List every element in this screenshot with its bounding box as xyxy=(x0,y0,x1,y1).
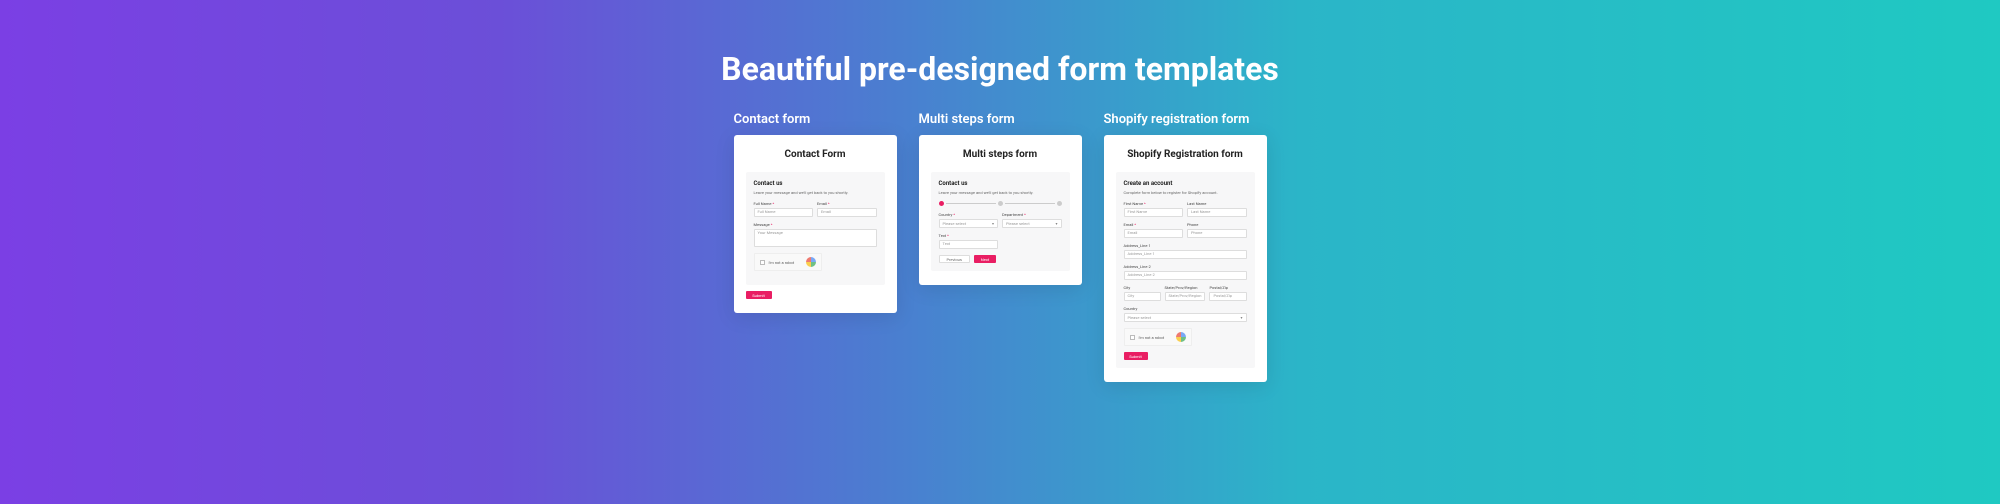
phone-label: Phone xyxy=(1187,222,1247,227)
shopify-form-panel: Create an account Complete form below to… xyxy=(1116,172,1255,368)
message-input[interactable]: Your Message xyxy=(754,229,877,247)
contact-form-head: Contact us xyxy=(754,180,877,187)
step-line-1 xyxy=(946,203,996,204)
state-label: State/Prov/Region xyxy=(1165,285,1206,290)
contact-form-sub: Leave your message and we'll get back to… xyxy=(754,190,877,195)
dept-select[interactable]: Please select▾ xyxy=(1002,219,1062,228)
shopify-card[interactable]: Shopify Registration form Create an acco… xyxy=(1104,135,1267,382)
multi-card-title: Multi steps form xyxy=(931,149,1070,160)
message-label: Message xyxy=(754,222,877,227)
multi-card-label: Multi steps form xyxy=(919,112,1082,127)
step-dot-2 xyxy=(998,201,1003,206)
country2-select[interactable]: Please select▾ xyxy=(1124,313,1247,322)
email2-input[interactable]: Email xyxy=(1124,229,1184,238)
shopify-card-title: Shopify Registration form xyxy=(1116,149,1255,160)
email-label: Email xyxy=(817,201,877,206)
captcha-checkbox-icon[interactable] xyxy=(760,260,765,265)
contact-submit-button[interactable]: Submit xyxy=(746,291,772,299)
addr1-input[interactable]: Address_Line 1 xyxy=(1124,250,1247,259)
text-input[interactable]: Text xyxy=(939,240,998,249)
city-label: City xyxy=(1124,285,1161,290)
shopify-captcha[interactable]: I'm not a robot xyxy=(1124,328,1192,346)
shopify-form-sub: Complete form below to register for Shop… xyxy=(1124,190,1247,195)
text-label: Text xyxy=(939,233,998,238)
fullname-input[interactable]: Full Name xyxy=(754,208,814,217)
email2-label: Email xyxy=(1124,222,1184,227)
step-indicator xyxy=(939,201,1062,206)
postal-input[interactable]: Postal/Zip xyxy=(1209,292,1246,301)
contact-column: Contact form Contact Form Contact us Lea… xyxy=(734,112,897,382)
shopify-submit-button[interactable]: Submit xyxy=(1124,352,1148,360)
first-label: First Name xyxy=(1124,201,1184,206)
cards-row: Contact form Contact Form Contact us Lea… xyxy=(734,112,1267,382)
shopify-form-head: Create an account xyxy=(1124,180,1247,187)
phone-input[interactable]: Phone xyxy=(1187,229,1247,238)
multi-form-panel: Contact us Leave your message and we'll … xyxy=(931,172,1070,271)
contact-form-panel: Contact us Leave your message and we'll … xyxy=(746,172,885,285)
shopify-column: Shopify registration form Shopify Regist… xyxy=(1104,112,1267,382)
step-dot-1 xyxy=(939,201,944,206)
captcha-text: I'm not a robot xyxy=(769,260,802,265)
fullname-label: Full Name xyxy=(754,201,814,206)
recaptcha-logo-icon xyxy=(1176,332,1186,342)
captcha-text: I'm not a robot xyxy=(1139,335,1172,340)
page-container: Beautiful pre-designed form templates Co… xyxy=(0,0,2000,382)
country-label: Country xyxy=(939,212,999,217)
shopify-card-label: Shopify registration form xyxy=(1104,112,1267,127)
contact-captcha[interactable]: I'm not a robot xyxy=(754,253,822,271)
contact-card[interactable]: Contact Form Contact us Leave your messa… xyxy=(734,135,897,313)
city-input[interactable]: City xyxy=(1124,292,1161,301)
dept-label: Department xyxy=(1002,212,1062,217)
section-heading: Beautiful pre-designed form templates xyxy=(721,50,1279,88)
multi-column: Multi steps form Multi steps form Contac… xyxy=(919,112,1082,382)
chevron-down-icon: ▾ xyxy=(1055,221,1057,226)
step-line-2 xyxy=(1005,203,1055,204)
step-dot-3 xyxy=(1057,201,1062,206)
first-input[interactable]: First Name xyxy=(1124,208,1184,217)
multi-form-head: Contact us xyxy=(939,180,1062,187)
multi-form-sub: Leave your message and we'll get back to… xyxy=(939,190,1062,195)
country-select[interactable]: Please select▾ xyxy=(939,219,999,228)
multi-card[interactable]: Multi steps form Contact us Leave your m… xyxy=(919,135,1082,285)
chevron-down-icon: ▾ xyxy=(1240,315,1242,320)
state-input[interactable]: State/Prov/Region xyxy=(1165,292,1206,301)
country2-label: Country xyxy=(1124,306,1247,311)
last-label: Last Name xyxy=(1187,201,1247,206)
chevron-down-icon: ▾ xyxy=(992,221,994,226)
postal-label: Postal/Zip xyxy=(1209,285,1246,290)
contact-card-title: Contact Form xyxy=(746,149,885,160)
addr1-label: Address_Line 1 xyxy=(1124,243,1247,248)
previous-button[interactable]: Previous xyxy=(939,255,970,263)
next-button[interactable]: Next xyxy=(974,255,996,263)
last-input[interactable]: Last Name xyxy=(1187,208,1247,217)
addr2-label: Address_Line 2 xyxy=(1124,264,1247,269)
contact-card-label: Contact form xyxy=(734,112,897,127)
addr2-input[interactable]: Address_Line 2 xyxy=(1124,271,1247,280)
email-input[interactable]: Email xyxy=(817,208,877,217)
recaptcha-logo-icon xyxy=(806,257,816,267)
captcha-checkbox-icon[interactable] xyxy=(1130,335,1135,340)
